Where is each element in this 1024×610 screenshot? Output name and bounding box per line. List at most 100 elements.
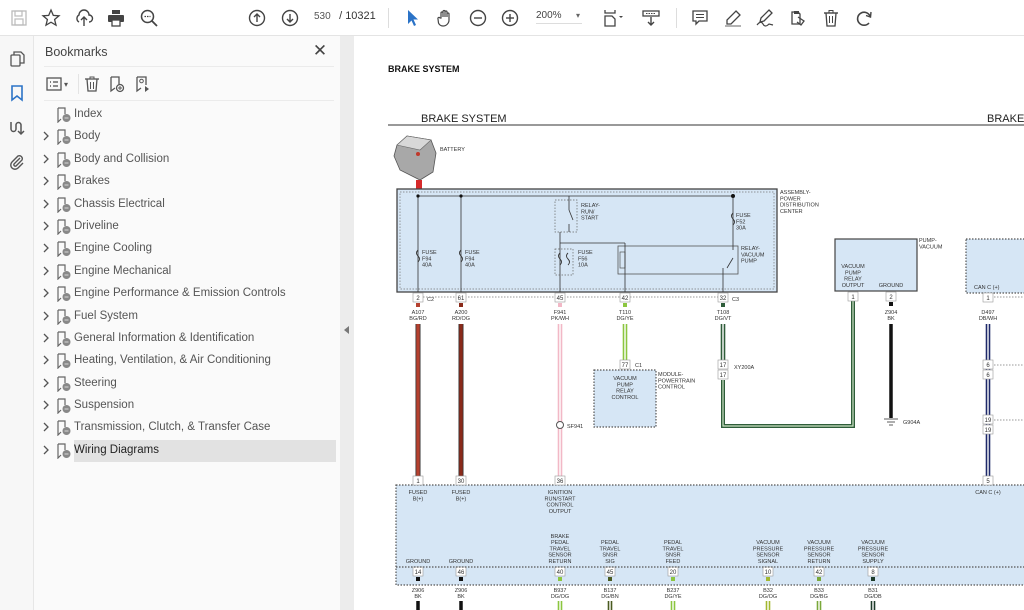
bookmark-item[interactable]: Heating, Ventilation, & Air Conditioning bbox=[34, 350, 340, 372]
chevron-right-icon[interactable] bbox=[42, 288, 52, 300]
select-cursor-icon[interactable] bbox=[401, 7, 423, 29]
bookmark-item[interactable]: Driveline bbox=[34, 216, 340, 238]
fuse-label: FUSE bbox=[422, 250, 437, 256]
bookmark-label: Brakes bbox=[74, 175, 110, 188]
highlight-pen-icon[interactable] bbox=[722, 7, 744, 29]
arrow-up-circle-icon[interactable] bbox=[246, 7, 268, 29]
chevron-right-icon[interactable] bbox=[42, 333, 52, 345]
bookmark-item[interactable]: Fuel System bbox=[34, 306, 340, 328]
pcm-function-label: PUMP bbox=[617, 382, 633, 388]
pcm-function-label: RELAY bbox=[616, 389, 634, 395]
pump-ground-label: GROUND bbox=[879, 283, 903, 289]
connector-pin-number: 46 bbox=[458, 570, 465, 576]
bookmarks-panel: Bookmarks ✕ ▾ Index Body Body and Collisio… bbox=[34, 36, 340, 610]
bookmark-page-icon bbox=[56, 331, 72, 348]
bookmark-item[interactable]: Transmission, Clutch, & Transfer Case bbox=[34, 417, 340, 439]
connector-pin-number: 19 bbox=[985, 418, 992, 424]
star-icon[interactable] bbox=[40, 7, 62, 29]
lower-module-pin-label: RETURN bbox=[549, 559, 572, 565]
cloud-upload-icon[interactable] bbox=[73, 7, 95, 29]
chevron-right-icon[interactable] bbox=[42, 378, 52, 390]
lower-module-pin-label: BRAKE bbox=[551, 534, 570, 540]
stamp-icon[interactable] bbox=[787, 7, 809, 29]
new-bookmark-icon[interactable] bbox=[108, 73, 126, 95]
chevron-right-icon[interactable] bbox=[42, 154, 52, 166]
page-number-input[interactable]: 530 bbox=[314, 11, 336, 22]
chevron-right-icon[interactable] bbox=[42, 199, 52, 211]
delete-icon[interactable] bbox=[820, 7, 842, 29]
chevron-right-icon[interactable] bbox=[42, 311, 52, 323]
chevron-right-icon[interactable] bbox=[42, 221, 52, 233]
junction-dot bbox=[459, 194, 463, 198]
fuse-label: 30A bbox=[736, 226, 746, 232]
bookmark-item[interactable]: Chassis Electrical bbox=[34, 194, 340, 216]
wire-color-code: DG/BN bbox=[601, 594, 618, 600]
pages-icon[interactable] bbox=[6, 48, 28, 70]
delete-bookmark-icon[interactable] bbox=[83, 73, 101, 95]
bookmark-page-icon bbox=[56, 308, 72, 325]
chevron-right-icon[interactable] bbox=[42, 400, 52, 412]
wire-color-code: BK bbox=[457, 594, 465, 600]
chevron-right-icon[interactable] bbox=[42, 176, 52, 188]
bookmark-item[interactable]: Engine Performance & Emission Controls bbox=[34, 283, 340, 305]
lower-module-pin-label: RETURN bbox=[808, 559, 831, 565]
junction-dot bbox=[731, 194, 735, 198]
comment-icon[interactable] bbox=[689, 7, 711, 29]
fit-page-icon[interactable] bbox=[598, 7, 628, 29]
lower-module-pin-label: PRESSURE bbox=[858, 546, 889, 552]
zoom-level-dropdown[interactable]: 200% ▾ bbox=[536, 10, 582, 24]
print-icon[interactable] bbox=[105, 7, 127, 29]
bookmark-from-structure-icon[interactable] bbox=[134, 73, 152, 95]
inline-connector-name: XY200A bbox=[734, 365, 755, 371]
bookmark-item[interactable]: Brakes bbox=[34, 171, 340, 193]
bookmark-item[interactable]: Index bbox=[34, 104, 340, 126]
fuse-label: FUSE bbox=[736, 213, 751, 219]
bookmark-options-dropdown[interactable]: ▾ bbox=[45, 73, 68, 95]
zoom-out-icon[interactable] bbox=[467, 7, 489, 29]
articles-icon[interactable] bbox=[6, 117, 28, 139]
chevron-down-icon: ▾ bbox=[575, 11, 580, 20]
rotate-icon[interactable] bbox=[853, 7, 875, 29]
relay-vacuum-pump-label: VACUUM bbox=[741, 252, 765, 258]
arrow-down-circle-icon[interactable] bbox=[279, 7, 301, 29]
sign-icon[interactable] bbox=[754, 7, 776, 29]
bookmark-item[interactable]: General Information & Identification bbox=[34, 328, 340, 350]
scroll-mode-icon[interactable] bbox=[640, 7, 662, 29]
page-total: 10321 bbox=[345, 10, 376, 22]
connector-pin-number: 45 bbox=[607, 570, 614, 576]
chevron-right-icon[interactable] bbox=[42, 266, 52, 278]
chevron-right-icon[interactable] bbox=[42, 131, 52, 143]
connector-pin-number: 45 bbox=[557, 296, 564, 302]
diagram-title: BRAKE SYSTEM bbox=[421, 113, 507, 125]
chevron-right-icon[interactable] bbox=[42, 355, 52, 367]
fuse-label: 10A bbox=[578, 263, 588, 269]
lower-module-pin-label: RUN/START bbox=[545, 496, 577, 502]
vacuum-pump-name: PUMP- bbox=[919, 238, 937, 244]
collapse-panel-arrow-icon[interactable] bbox=[344, 326, 349, 334]
bookmark-item[interactable]: Wiring Diagrams bbox=[34, 439, 340, 462]
chevron-right-icon[interactable] bbox=[42, 445, 52, 457]
bookmark-item[interactable]: Engine Mechanical bbox=[34, 261, 340, 283]
bookmark-item[interactable]: Body bbox=[34, 126, 340, 148]
chevron-right-icon[interactable] bbox=[42, 422, 52, 434]
bookmark-item[interactable]: Suspension bbox=[34, 395, 340, 417]
bookmark-item[interactable]: Engine Cooling bbox=[34, 238, 340, 260]
close-icon[interactable]: ✕ bbox=[312, 42, 328, 60]
hand-icon[interactable] bbox=[434, 7, 456, 29]
save-icon[interactable] bbox=[8, 7, 30, 29]
bookmark-item[interactable]: Steering bbox=[34, 373, 340, 395]
bookmark-label: Suspension bbox=[74, 399, 135, 412]
chevron-right-icon[interactable] bbox=[42, 243, 52, 255]
bookmark-icon[interactable] bbox=[6, 82, 28, 104]
find-magnifier-icon[interactable] bbox=[138, 7, 160, 29]
wire-color-code: DG/VT bbox=[715, 316, 732, 322]
bookmark-tree: Index Body Body and Collision Brakes Chassis… bbox=[34, 104, 340, 462]
attachment-icon[interactable] bbox=[6, 151, 28, 173]
wire-color-code: PK/WH bbox=[551, 316, 569, 322]
panel-splitter[interactable] bbox=[340, 36, 354, 610]
zoom-in-icon[interactable] bbox=[499, 7, 521, 29]
bookmark-item[interactable]: Body and Collision bbox=[34, 149, 340, 171]
junction-dot bbox=[416, 194, 420, 198]
lower-module-pin-label: FUSED bbox=[409, 490, 428, 496]
lower-module-pin-label: SNSR bbox=[602, 553, 617, 559]
